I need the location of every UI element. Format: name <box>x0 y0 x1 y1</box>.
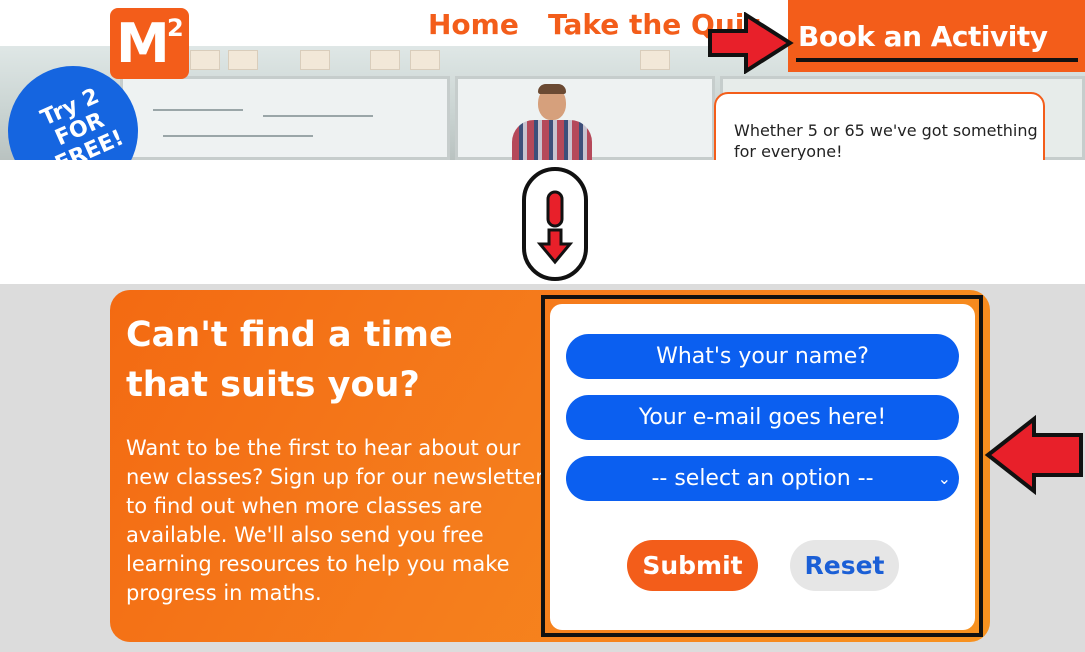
name-input[interactable]: What's your name? <box>566 334 959 379</box>
signup-heading-line: that suits you? <box>126 365 420 405</box>
logo-letter: M <box>116 12 170 75</box>
newsletter-section-screenshot: Can't find a time that suits you? Want t… <box>0 284 1085 652</box>
book-activity-label: Book an Activity <box>798 20 1048 53</box>
site-logo[interactable]: M 2 <box>110 8 189 79</box>
email-input[interactable]: Your e-mail goes here! <box>566 395 959 440</box>
whiteboard <box>120 76 450 160</box>
logo-superscript: 2 <box>167 14 184 42</box>
book-activity-button[interactable]: Book an Activity <box>788 0 1085 72</box>
red-arrow-icon <box>708 12 794 74</box>
submit-button[interactable]: Submit <box>627 540 758 591</box>
info-card-text: Whether 5 or 65 we've got something for … <box>734 121 1038 160</box>
teacher-figure <box>512 84 592 160</box>
chevron-down-icon: ⌄ <box>937 469 951 488</box>
audience-info-card: Whether 5 or 65 we've got something for … <box>714 92 1045 160</box>
highlight-underline <box>796 58 1078 62</box>
red-arrow-icon <box>984 414 1083 496</box>
nav-link-home[interactable]: Home <box>428 2 519 46</box>
annotated-screenshot: M 2 Try 2 FOR FREE! Home Take the Quiz B… <box>0 0 1085 652</box>
newsletter-panel: Can't find a time that suits you? Want t… <box>110 290 990 642</box>
signup-heading-line: Can't find a time <box>126 315 453 355</box>
signup-description: Want to be the first to hear about our n… <box>126 436 544 605</box>
page-header-screenshot: M 2 Try 2 FOR FREE! Home Take the Quiz B… <box>0 0 1085 160</box>
option-select[interactable]: -- select an option -- ⌄ <box>566 456 959 501</box>
signup-heading: Can't find a time that suits you? <box>126 310 526 410</box>
signup-form: What's your name? Your e-mail goes here!… <box>550 304 975 630</box>
option-select-value: -- select an option -- <box>651 466 874 491</box>
reset-button[interactable]: Reset <box>790 540 899 591</box>
mouse-scroll-down-icon <box>522 167 588 281</box>
